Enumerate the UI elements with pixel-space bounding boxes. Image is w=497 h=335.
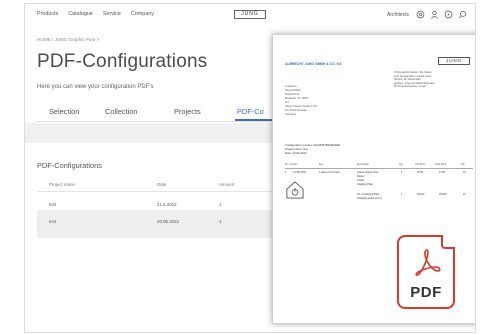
nav-utilities: Architects [387, 10, 467, 19]
doc-cell: 19 [463, 193, 466, 196]
doc-cell: 1 [285, 171, 287, 174]
product-socket-icon [286, 181, 304, 199]
doc-th: Unit Price [415, 163, 426, 166]
nav-link-architects[interactable]: Architects [387, 12, 409, 18]
settings-icon[interactable] [416, 10, 425, 19]
nav-link-service[interactable]: Service [103, 11, 121, 17]
doc-cell: 27.50 [439, 171, 445, 174]
doc-info-block: Prüfungsinformation: Sie haben eine Konf… [394, 71, 435, 89]
doc-info-line: Ihr Ansprechpartner: email [394, 85, 426, 89]
breadcrumb[interactable]: HOME / JUNG Graphic Pure > [37, 37, 99, 42]
doc-company-name: ALBRECHT JUNG GMBH & CO. KG [285, 62, 342, 66]
user-icon[interactable] [430, 10, 439, 19]
doc-cell: 264.80 [439, 193, 447, 196]
search-icon[interactable] [458, 10, 467, 19]
doc-table-row: 1 A 1520 WW 1-gang cover frame Frame Gra… [285, 171, 473, 193]
doc-cell: 264.80 [417, 193, 425, 196]
doc-cell: Frame Graphic Pure [357, 171, 379, 174]
pdf-file-icon: PDF [397, 235, 455, 309]
doc-cell: 1-gang cover frame [319, 171, 340, 174]
column-header-amount[interactable]: Amount [219, 182, 234, 187]
pdf-label: PDF [410, 284, 442, 301]
column-header-date[interactable]: Date [157, 182, 166, 187]
tab-selection[interactable]: Selection [49, 107, 79, 116]
page-title: PDF-Configurations [37, 51, 208, 72]
cell-date: 21.6.2022 [157, 202, 177, 207]
doc-cell: Charging socket 10.0 A [357, 197, 382, 200]
doc-config-line: Date: 20.06.2022 [285, 150, 307, 155]
doc-table-header: Art. number Item Description Qty. Unit P… [285, 163, 473, 169]
section-title: PDF-Configurations [37, 161, 102, 170]
doc-table-row: Art. 0 Charging Plate Charging socket 10… [285, 193, 473, 205]
doc-cell: Charging Plate [357, 183, 373, 186]
main-nav-links: Products Catalogue Service Company [37, 11, 154, 17]
doc-address-block: Customer Sigurd Müller Musterfirma Muste… [285, 85, 317, 117]
cell-project-name: test [49, 219, 57, 224]
doc-cell: 27.50 [417, 171, 423, 174]
doc-configuration-info: Configuration number: 0123456789ABCDEF P… [285, 143, 340, 155]
brand-logo[interactable]: JUNG [234, 10, 266, 19]
top-navigation: Products Catalogue Service Company JUNG … [25, 4, 475, 26]
cell-amount: 1 [219, 219, 222, 224]
doc-cell: 19 [463, 171, 466, 174]
doc-brand-logo: JUNG [438, 57, 470, 65]
cell-amount: 1 [219, 202, 222, 207]
acrobat-icon [415, 249, 441, 276]
doc-cell: 1 [401, 171, 403, 174]
app-window: Products Catalogue Service Company JUNG … [24, 3, 476, 333]
doc-th: Tax [461, 163, 465, 166]
doc-th: Total Price [435, 163, 447, 166]
location-icon[interactable] [444, 10, 453, 19]
page-subtitle: Here you can view your configuration PDF… [37, 84, 154, 90]
nav-link-catalogue[interactable]: Catalogue [68, 11, 93, 17]
doc-th: Item [319, 163, 324, 166]
doc-cell: Rocker [357, 175, 365, 178]
doc-th: Description [357, 163, 369, 166]
tab-projects[interactable]: Projects [174, 107, 201, 116]
doc-address-line: Germany [285, 113, 297, 116]
cell-project-name: test [49, 202, 57, 207]
doc-th: Art. number [285, 163, 298, 166]
cell-date: 20.06.2022 [157, 219, 179, 224]
doc-cell: 1 [401, 193, 403, 196]
doc-cell: A 1520 WW [293, 171, 306, 174]
doc-cell: Art. 0 Charging Plate [357, 193, 380, 196]
nav-link-company[interactable]: Company [131, 11, 154, 17]
tab-pdf-configurations[interactable]: PDF-Co [237, 107, 264, 116]
doc-cell: Socket [357, 179, 365, 182]
column-header-project-name[interactable]: Project name [49, 182, 75, 187]
doc-th: Qty. [399, 163, 404, 166]
nav-link-products[interactable]: Products [37, 11, 58, 17]
pdf-fold-corner [441, 235, 455, 249]
tab-collection[interactable]: Collection [105, 107, 137, 116]
